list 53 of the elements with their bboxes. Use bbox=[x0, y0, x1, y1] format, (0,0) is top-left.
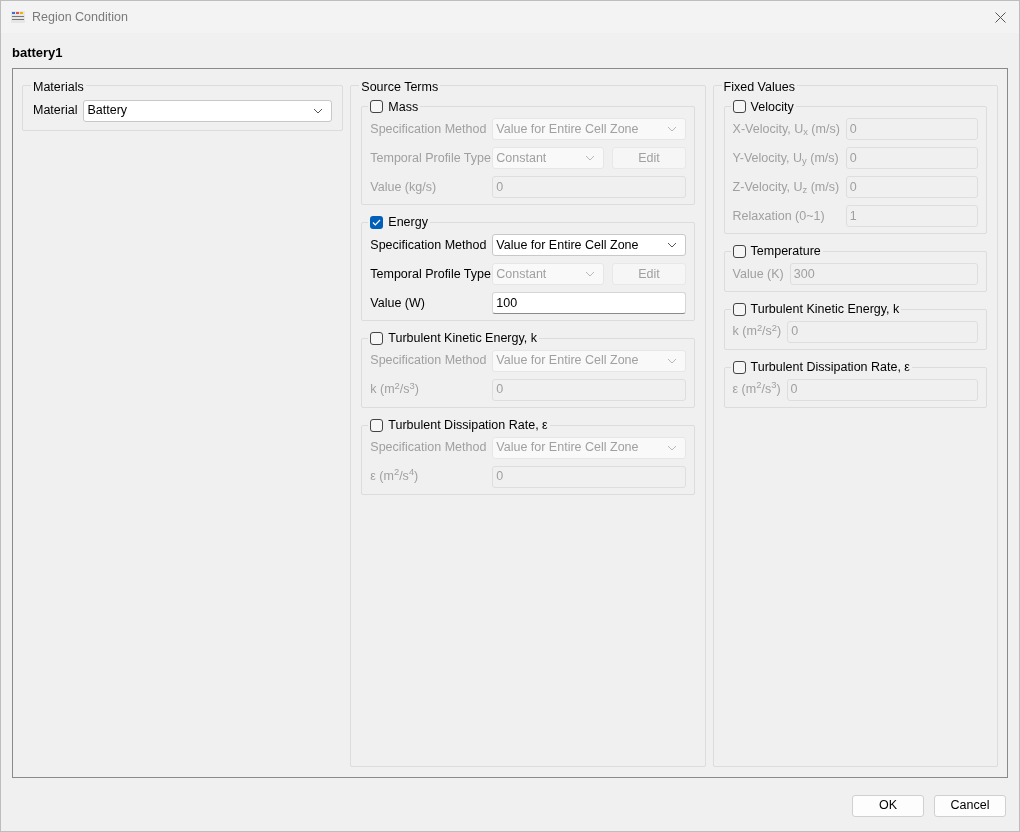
checkbox[interactable] bbox=[370, 216, 384, 230]
section-title: Materials bbox=[33, 79, 84, 94]
field-label: Temporal Profile Type bbox=[370, 265, 492, 283]
field-label: Temporal Profile Type bbox=[370, 149, 492, 167]
field-label: Value (K) bbox=[732, 265, 785, 283]
checkbox[interactable] bbox=[732, 302, 746, 316]
chevron-down-icon bbox=[585, 271, 596, 277]
checkbox[interactable] bbox=[732, 100, 746, 114]
field-label: Specification Method bbox=[370, 352, 488, 370]
checkbox[interactable] bbox=[732, 360, 746, 374]
group-title: Velocity bbox=[750, 98, 794, 116]
chevron-down-icon bbox=[666, 126, 677, 133]
checkbox[interactable] bbox=[370, 418, 384, 432]
field-label: k (m$^{2}$/s$^{3}$) bbox=[370, 380, 420, 399]
field-label: X-Velocity, U$_{x}$ (m/s) bbox=[732, 120, 841, 139]
field-label: Z-Velocity, U$_{z}$ (m/s) bbox=[732, 178, 841, 197]
field-label: Relaxation (0~1) bbox=[732, 207, 826, 225]
section-title: Source Terms bbox=[361, 79, 439, 94]
region-name: battery1 bbox=[12, 44, 63, 62]
group-title: Turbulent Dissipation Rate, ε bbox=[750, 358, 910, 376]
chevron-down-icon bbox=[666, 242, 677, 248]
dialog-button[interactable]: Cancel bbox=[934, 794, 1006, 817]
dialog-button[interactable]: OK bbox=[852, 794, 924, 817]
field-label: ε (m$^{2}$/s$^{3}$) bbox=[732, 380, 782, 399]
chevron-down-icon bbox=[313, 107, 324, 114]
field-label: Specification Method bbox=[370, 439, 488, 457]
field-label: Specification Method bbox=[370, 236, 488, 254]
field-label: ε (m$^{2}$/s$^{4}$) bbox=[370, 467, 420, 486]
close-icon[interactable] bbox=[995, 11, 1006, 23]
app-icon bbox=[11, 11, 25, 23]
section-title: Fixed Values bbox=[723, 79, 795, 94]
dropdown[interactable]: Battery bbox=[83, 99, 333, 122]
chevron-down-icon bbox=[666, 444, 677, 451]
chevron-down-icon bbox=[585, 155, 596, 162]
group-title: Turbulent Dissipation Rate, ε bbox=[388, 416, 548, 434]
dropdown[interactable]: Value for Entire Cell Zone bbox=[492, 234, 686, 256]
group-title: Turbulent Kinetic Energy, k bbox=[388, 330, 537, 347]
group-title: Turbulent Kinetic Energy, k bbox=[750, 301, 900, 318]
chevron-down-icon bbox=[666, 357, 677, 364]
window-title: Region Condition bbox=[32, 8, 128, 26]
checkbox[interactable] bbox=[732, 245, 746, 259]
checkbox[interactable] bbox=[370, 331, 384, 345]
field-label: Value (kg/s) bbox=[370, 178, 438, 196]
checkbox[interactable] bbox=[370, 100, 384, 114]
field-label: k (m$^{2}$/s$^{2}$) bbox=[732, 322, 783, 341]
field-label: Y-Velocity, U$_{y}$ (m/s) bbox=[732, 149, 840, 168]
group-title: Temperature bbox=[750, 243, 821, 261]
field-label: Value (W) bbox=[370, 294, 426, 312]
field-label: Material bbox=[33, 102, 78, 120]
field-label: Specification Method bbox=[370, 120, 488, 138]
input-field[interactable]: 100 bbox=[492, 292, 686, 314]
group-title: Energy bbox=[388, 214, 428, 232]
group-title: Mass bbox=[388, 98, 419, 116]
